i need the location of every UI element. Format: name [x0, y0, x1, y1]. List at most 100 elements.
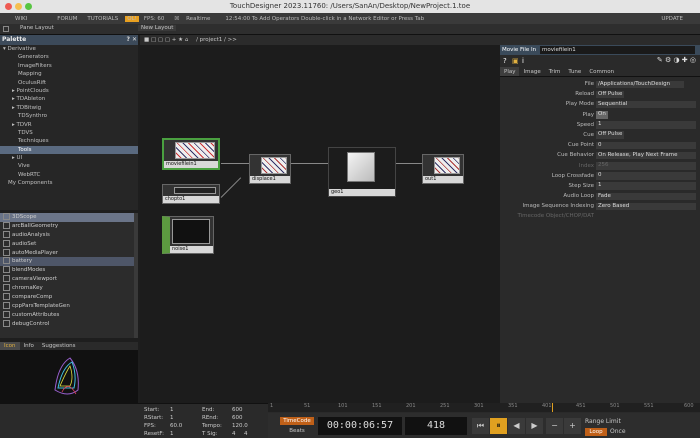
end-value[interactable]: 600 — [232, 407, 243, 413]
playhead[interactable] — [552, 403, 553, 412]
timecode-display[interactable]: 00:00:06:57 — [318, 417, 402, 435]
zoom-window-button[interactable] — [25, 3, 32, 10]
op-name-field[interactable]: moviefilein1 — [540, 46, 695, 54]
network-path[interactable]: / project1 / >> — [196, 37, 237, 43]
tree-item-tools[interactable]: Tools — [0, 145, 138, 155]
rstart-value[interactable]: 1 — [170, 415, 174, 421]
list-item[interactable]: customAttributes — [0, 311, 138, 320]
node-out1[interactable]: out1 — [422, 154, 464, 184]
tree-item-oculusrift[interactable]: OculusRift — [0, 79, 138, 87]
param-imageseq-menu[interactable]: Zero Based — [596, 202, 696, 211]
minimize-window-button[interactable] — [15, 3, 22, 10]
list-item[interactable]: cppParsTemplateGen — [0, 302, 138, 311]
node-geo1[interactable]: geo1 — [328, 147, 396, 197]
tree-item-ui[interactable]: ▸ UI — [0, 154, 138, 162]
tree-item-tdvr[interactable]: ▸ TDVR — [0, 121, 138, 129]
tab-suggestions[interactable]: Suggestions — [38, 342, 80, 350]
node-displace1[interactable]: displace1 — [249, 154, 291, 184]
python-icon[interactable]: ▣ — [512, 57, 519, 65]
tree-item-tdsynthro[interactable]: TDSynthro — [0, 112, 138, 120]
update-button[interactable]: UPDATE — [656, 16, 688, 22]
param-play-toggle[interactable]: On — [596, 111, 608, 119]
tab-image[interactable]: Image — [519, 67, 544, 76]
tree-item-my-components[interactable]: My Components — [0, 179, 138, 187]
list-item[interactable]: blendModes — [0, 266, 138, 275]
new-layout-tab[interactable]: New Layout — [138, 25, 177, 31]
palette-help-icon[interactable]: ? — [127, 35, 130, 45]
once-button[interactable]: Once — [610, 428, 626, 436]
step-forward-button[interactable]: + — [564, 418, 581, 434]
list-item[interactable]: arcBallGeometry — [0, 222, 138, 231]
tree-item-derivative[interactable]: ▾ Derivative — [0, 45, 138, 53]
tree-item-webrtc[interactable]: WebRTC — [0, 171, 138, 179]
tsig-b-value[interactable]: 4 — [244, 431, 248, 437]
rewind-button[interactable]: ⏮ — [472, 418, 489, 434]
menu-tutorials[interactable]: TUTORIALS — [82, 16, 123, 22]
tab-icon[interactable]: Icon — [0, 342, 20, 350]
tree-item-tdbitwig[interactable]: ▸ TDBitwig — [0, 104, 138, 112]
help-icon[interactable]: ? — [503, 57, 507, 65]
play-reverse-button[interactable]: ◀ — [508, 418, 525, 434]
network-editor[interactable]: moviefilein1 chopto1 noise1 displace1 ge… — [140, 45, 500, 403]
tree-item-generators[interactable]: Generators — [0, 53, 138, 61]
tree-item-tdableton[interactable]: ▸ TDAbleton — [0, 95, 138, 103]
tab-common[interactable]: Common — [585, 67, 618, 76]
param-speed-slider[interactable]: 1 — [596, 121, 696, 129]
timecode-mode-button[interactable]: TimeCode — [280, 417, 314, 425]
tree-item-pointclouds[interactable]: ▸ PointClouds — [0, 87, 138, 95]
pause-button[interactable]: ⏸ — [490, 418, 507, 434]
start-value[interactable]: 1 — [170, 407, 174, 413]
list-item[interactable]: audioAnalysis — [0, 231, 138, 240]
param-tools-icons[interactable]: ✎ ⚙ ◑ ✚ ◎ — [657, 56, 696, 64]
list-item[interactable]: audioSet — [0, 240, 138, 249]
tab-info[interactable]: Info — [20, 342, 38, 350]
tempo-value[interactable]: 120.0 — [232, 423, 248, 429]
palette-close-icon[interactable]: ✕ — [132, 35, 137, 45]
list-item[interactable]: battery — [0, 257, 138, 267]
ol-badge[interactable]: OL! — [125, 15, 139, 22]
list-item[interactable]: chromaKey — [0, 284, 138, 293]
pane-layout-button[interactable]: Pane Layout — [20, 25, 54, 31]
tab-play[interactable]: Play — [500, 67, 520, 76]
param-cuebehavior-menu[interactable]: On Release, Play Next Frame — [596, 151, 696, 160]
list-item[interactable]: debugControl — [0, 320, 138, 329]
list-item[interactable]: 3DScope — [0, 213, 138, 222]
step-back-button[interactable]: − — [546, 418, 563, 434]
list-item[interactable]: compareComp — [0, 293, 138, 302]
tsig-a-value[interactable]: 4 — [232, 431, 236, 437]
menu-wiki[interactable]: WIKI — [10, 16, 32, 22]
tree-item-techniques[interactable]: Techniques — [0, 137, 138, 145]
resetf-value[interactable]: 1 — [170, 431, 174, 437]
network-toolbar-icons[interactable]: ■ □ ▢ ▢ + ★ ⌂ — [144, 37, 188, 43]
frame-display[interactable]: 418 — [405, 417, 467, 435]
param-reload-pulse[interactable]: Off Pulse — [596, 90, 625, 99]
node-noise1[interactable]: noise1 — [162, 216, 214, 254]
tab-tune[interactable]: Tune — [564, 67, 585, 76]
play-forward-button[interactable]: ▶ — [526, 418, 543, 434]
tree-item-tdvs[interactable]: TDVS — [0, 129, 138, 137]
palette-list-scrollbar[interactable] — [134, 213, 138, 338]
timeline-ruler[interactable]: 1 51 101 151 201 251 301 351 401 451 501… — [268, 403, 700, 412]
pane-grid-icon[interactable] — [3, 26, 9, 32]
tree-item-vive[interactable]: Vive — [0, 162, 138, 170]
param-cuepoint-slider[interactable]: 0 — [596, 141, 696, 150]
list-item[interactable]: autoMediaPlayer — [0, 249, 138, 258]
node-moviefilein1[interactable]: moviefilein1 — [162, 138, 220, 170]
tab-trim[interactable]: Trim — [545, 67, 565, 76]
tree-item-imagefilters[interactable]: ImageFilters — [0, 62, 138, 70]
menu-forum[interactable]: FORUM — [52, 16, 82, 22]
param-loopcrossfade-slider[interactable]: 0 — [596, 172, 696, 180]
rend-value[interactable]: 600 — [232, 415, 243, 421]
realtime-toggle[interactable]: ☒ Realtime — [169, 16, 220, 22]
param-file-field[interactable]: /Applications/TouchDesign — [596, 80, 684, 88]
param-audioloop-menu[interactable]: Fade — [596, 192, 696, 201]
param-stepsize-slider[interactable]: 1 — [596, 182, 696, 190]
list-item[interactable]: cameraViewport — [0, 275, 138, 284]
loop-button[interactable]: Loop — [585, 428, 607, 436]
fps-value[interactable]: 60.0 — [170, 423, 182, 429]
param-playmode-menu[interactable]: Sequential — [596, 100, 696, 109]
beats-mode-button[interactable]: Beats — [280, 427, 314, 435]
tree-item-mapping[interactable]: Mapping — [0, 70, 138, 78]
close-window-button[interactable] — [5, 3, 12, 10]
node-chopto1[interactable]: chopto1 — [162, 184, 220, 204]
